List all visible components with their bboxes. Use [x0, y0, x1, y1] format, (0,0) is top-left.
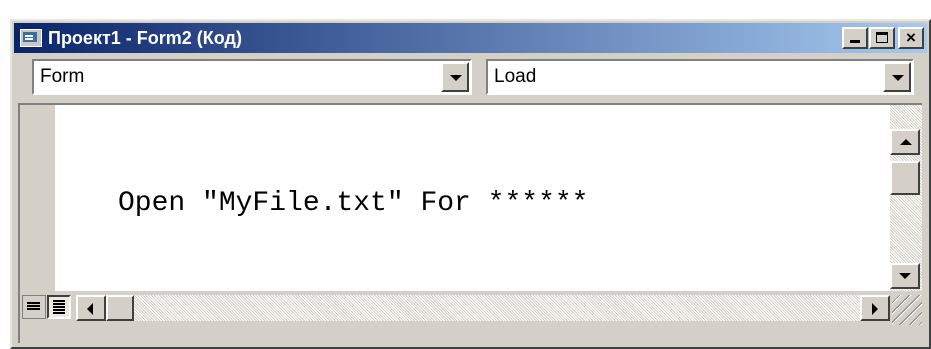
- page-text-fragment: [0, 0, 200, 10]
- arrow-left-icon: [87, 303, 93, 315]
- title-bar[interactable]: Проект1 - Form2 (Код) ×: [14, 23, 927, 53]
- chevron-down-icon: [450, 75, 462, 81]
- scroll-down-button[interactable]: [890, 263, 920, 289]
- scroll-up-button[interactable]: [890, 129, 920, 155]
- resize-grip-icon[interactable]: [892, 295, 922, 325]
- object-combobox-value: Form: [40, 66, 85, 87]
- scroll-left-button[interactable]: [76, 295, 106, 321]
- procedure-view-icon: [27, 302, 40, 304]
- horizontal-scroll-thumb[interactable]: [106, 295, 134, 321]
- procedure-dropdown-button[interactable]: [883, 62, 911, 92]
- code-line[interactable]: Open "MyFile.txt" For ******: [118, 188, 588, 219]
- minimize-button[interactable]: [842, 27, 868, 49]
- minimize-icon: [850, 40, 860, 43]
- full-module-view-icon: [53, 300, 65, 302]
- procedure-combobox[interactable]: Load: [486, 59, 914, 95]
- arrow-up-icon: [900, 139, 912, 145]
- object-dropdown-button[interactable]: [441, 62, 469, 92]
- maximize-button[interactable]: [869, 27, 895, 49]
- maximize-icon: [876, 32, 888, 43]
- vertical-scroll-thumb[interactable]: [890, 161, 920, 195]
- code-window: Проект1 - Form2 (Код) × Form Load Open "…: [10, 19, 931, 349]
- editor-bottom-bar: [20, 291, 922, 343]
- object-combobox[interactable]: Form: [32, 59, 472, 95]
- close-button[interactable]: ×: [898, 27, 924, 49]
- arrow-right-icon: [872, 303, 878, 315]
- code-editor[interactable]: Open "MyFile.txt" For ******: [18, 103, 922, 343]
- chevron-down-icon: [892, 75, 904, 81]
- vertical-scrollbar[interactable]: [890, 105, 922, 291]
- full-module-view-button[interactable]: [47, 295, 71, 319]
- arrow-down-icon: [899, 273, 911, 279]
- window-title: Проект1 - Form2 (Код): [48, 27, 242, 48]
- scroll-right-button[interactable]: [860, 295, 890, 321]
- horizontal-scrollbar[interactable]: [76, 295, 890, 321]
- close-icon: ×: [906, 28, 916, 47]
- procedure-combobox-value: Load: [494, 66, 537, 87]
- margin-indicator-bar[interactable]: [20, 105, 55, 291]
- procedure-view-button[interactable]: [22, 295, 46, 319]
- window-controls: ×: [841, 27, 924, 49]
- code-window-icon[interactable]: [20, 29, 42, 47]
